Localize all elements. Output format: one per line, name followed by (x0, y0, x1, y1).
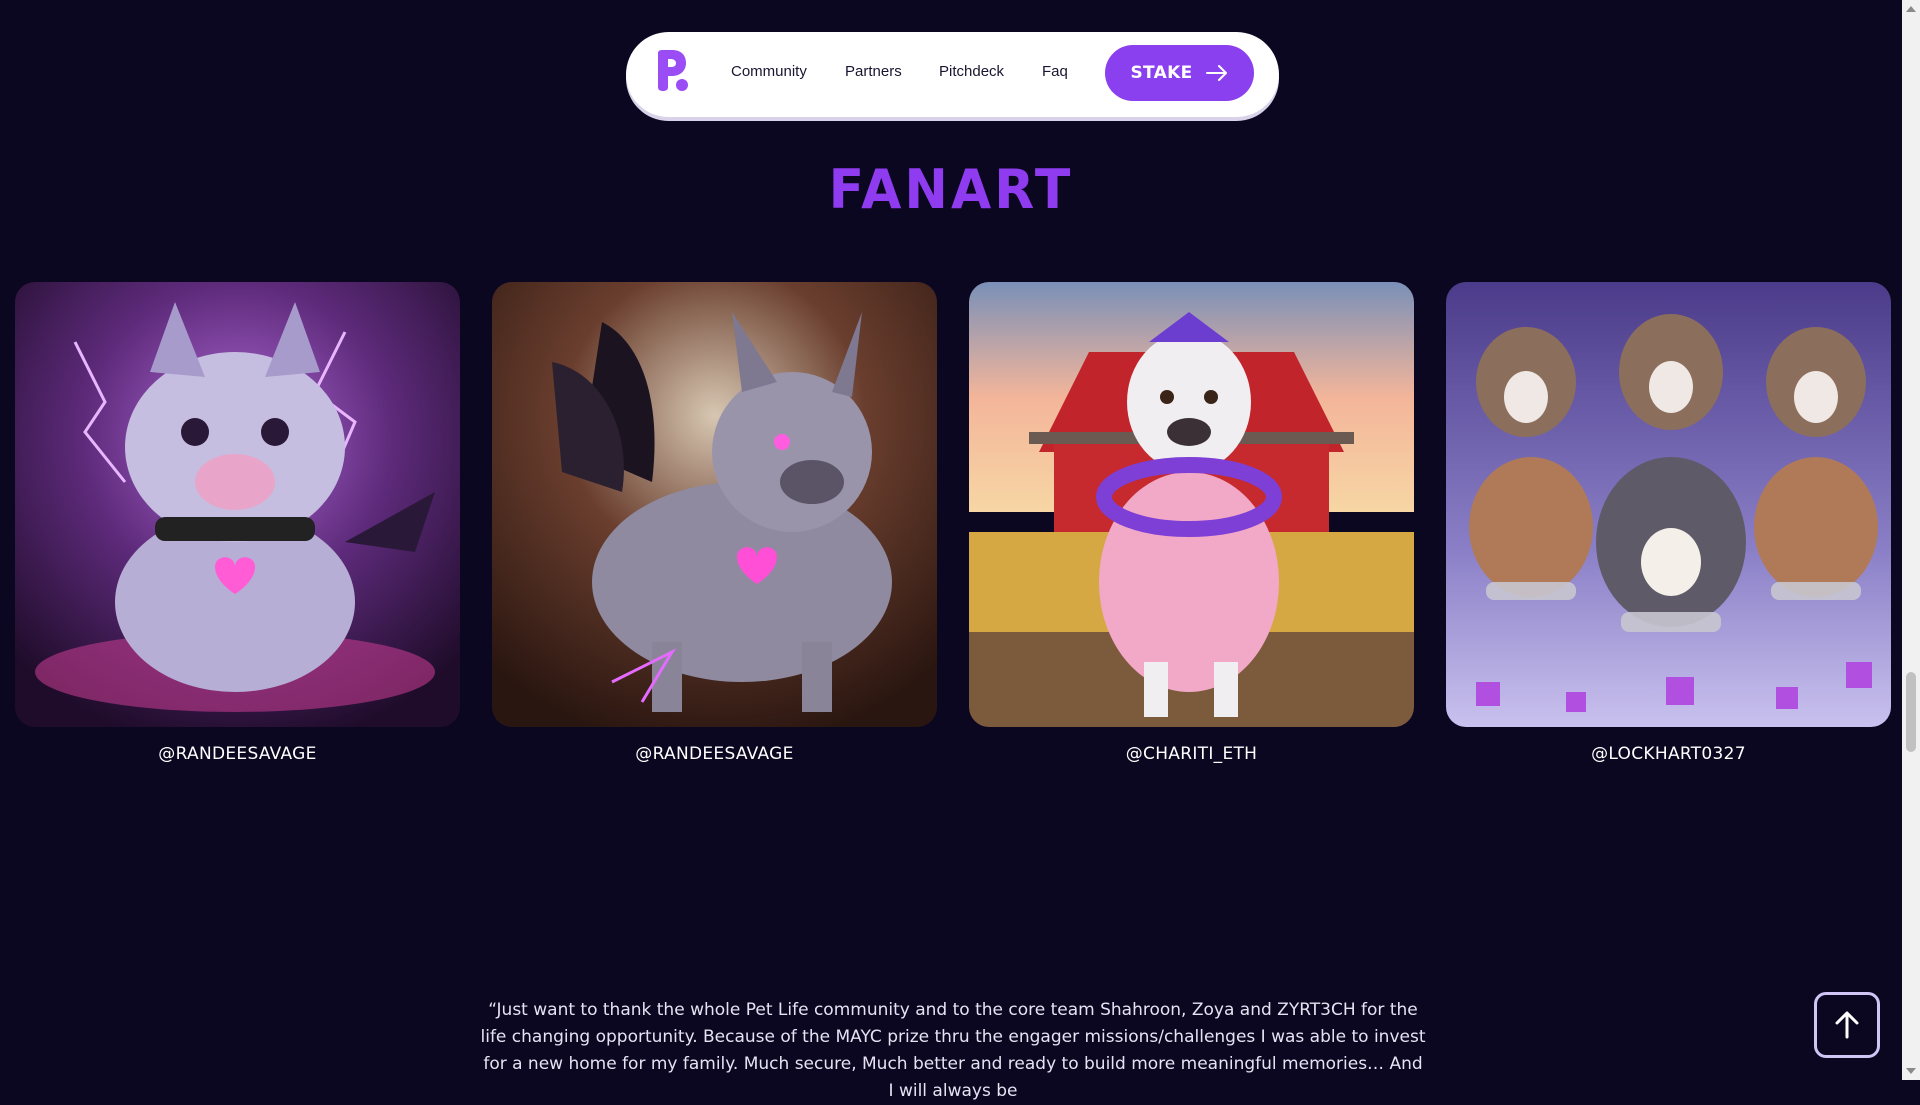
fanart-image-3[interactable] (969, 282, 1414, 727)
fanart-image-4[interactable] (1446, 282, 1891, 727)
back-to-top-button[interactable] (1814, 992, 1880, 1058)
stake-button-label: STAKE (1130, 63, 1193, 83)
nav-link-faq[interactable]: Faq (1042, 63, 1068, 80)
scrollbar-thumb[interactable] (1906, 672, 1916, 752)
scroll-up-arrow-icon[interactable] (1906, 6, 1916, 12)
nav-link-pitchdeck[interactable]: Pitchdeck (939, 63, 1004, 80)
arrow-right-icon (1206, 65, 1228, 81)
fanart-handle-4[interactable]: @LOCKHART0327 (1446, 744, 1891, 764)
top-navbar: Community Partners Pitchdeck Faq STAKE (626, 32, 1279, 117)
fanart-image-2[interactable] (492, 282, 937, 727)
fanart-handle-3[interactable]: @CHARITI_ETH (969, 744, 1414, 764)
arrow-up-icon (1835, 1011, 1859, 1039)
testimonial-quote: “Just want to thank the whole Pet Life c… (480, 1000, 1426, 1101)
pet-life-logo-icon[interactable] (652, 49, 692, 93)
fanart-image-1[interactable] (15, 282, 460, 727)
fanart-handle-2[interactable]: @RANDEESAVAGE (492, 744, 937, 764)
page-scrollbar[interactable] (1902, 0, 1920, 1080)
fanart-handle-1[interactable]: @RANDEESAVAGE (15, 744, 460, 764)
scroll-down-arrow-icon[interactable] (1906, 1068, 1916, 1074)
nav-link-partners[interactable]: Partners (845, 63, 902, 80)
stake-button[interactable]: STAKE (1105, 45, 1254, 101)
nav-link-community[interactable]: Community (731, 63, 807, 80)
section-title: FANART (828, 158, 1074, 222)
